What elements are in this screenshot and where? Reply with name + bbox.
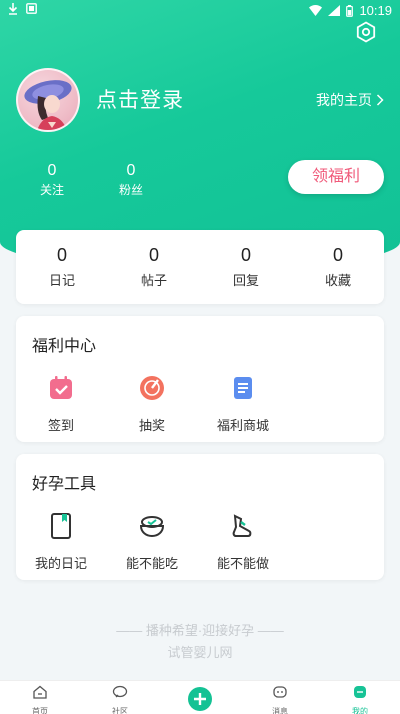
following-stat[interactable]: 0 关注: [22, 162, 82, 198]
settings-icon: [356, 21, 376, 43]
slogan-text: 播种希望·迎接好孕: [145, 623, 255, 638]
welfare-mall-tile[interactable]: 福利商城: [198, 374, 288, 434]
diary-count-label: 日记: [48, 273, 75, 288]
slogan-divider-right: ——: [254, 623, 284, 638]
diary-count-item[interactable]: 0 日记: [22, 245, 102, 289]
replies-count: 0: [240, 245, 251, 265]
followers-stat[interactable]: 0 粉丝: [101, 162, 161, 198]
can-do-tile[interactable]: 能不能做: [198, 512, 288, 572]
signal-icon: [328, 5, 341, 16]
checkin-tile[interactable]: 签到: [16, 374, 106, 434]
tab-messages-label: 消息: [272, 707, 288, 714]
my-diary-tile[interactable]: 我的日记: [16, 512, 106, 572]
community-icon: [112, 685, 128, 698]
lottery-tile[interactable]: 抽奖: [107, 374, 197, 434]
my-diary-label: 我的日记: [34, 556, 87, 571]
can-eat-tile[interactable]: 能不能吃: [107, 512, 197, 572]
notification-icon: [26, 3, 37, 14]
plus-icon: [194, 693, 206, 705]
diary-count: 0: [56, 245, 67, 265]
favorites-count-item[interactable]: 0 收藏: [298, 245, 378, 289]
wifi-icon: [309, 5, 323, 16]
following-count: 0: [47, 162, 57, 179]
avatar[interactable]: [16, 68, 80, 132]
mall-document-icon: [234, 377, 252, 399]
download-icon: [8, 3, 18, 15]
tab-community-label: 社区: [112, 707, 128, 714]
chevron-right-icon: [376, 94, 384, 106]
tab-home-label: 首页: [32, 707, 48, 714]
followers-count: 0: [126, 162, 136, 179]
tab-mine-label: 我的: [352, 707, 368, 714]
tab-community[interactable]: 社区: [90, 684, 150, 714]
pregnancy-tools-card: 好孕工具 我的日记 能不能吃 能不能做: [16, 454, 384, 580]
posts-count-label: 帖子: [140, 273, 167, 288]
checkin-label: 签到: [47, 418, 74, 433]
posts-count: 0: [148, 245, 159, 265]
favorites-count-label: 收藏: [324, 273, 351, 288]
posts-count-item[interactable]: 0 帖子: [114, 245, 194, 289]
replies-count-item[interactable]: 0 回复: [206, 245, 286, 289]
lottery-wheel-icon: [140, 376, 164, 400]
login-prompt[interactable]: 点击登录: [96, 84, 184, 114]
my-homepage-link[interactable]: 我的主页: [316, 90, 384, 110]
can-do-label: 能不能做: [216, 556, 269, 571]
settings-button[interactable]: [354, 20, 378, 44]
food-bowl-icon: [139, 516, 165, 538]
welfare-center-title: 福利中心: [32, 338, 97, 355]
replies-count-label: 回复: [232, 273, 259, 288]
site-name: 试管婴儿网: [167, 645, 233, 660]
slogan-line: —— 播种希望·迎接好孕 ——: [0, 620, 400, 639]
clock: 10:19: [359, 3, 392, 18]
favorites-count: 0: [332, 245, 343, 265]
my-homepage-label: 我的主页: [316, 92, 372, 108]
status-bar: 10:19: [0, 0, 400, 22]
following-label: 关注: [39, 183, 64, 197]
lottery-label: 抽奖: [138, 418, 165, 433]
tab-messages[interactable]: 消息: [250, 684, 310, 714]
tab-mine[interactable]: 我的: [330, 684, 390, 714]
welfare-center-card: 福利中心 签到 抽奖 福利商城: [16, 316, 384, 442]
tab-publish-button[interactable]: [188, 687, 212, 711]
slogan-divider-left: ——: [116, 623, 146, 638]
welfare-mall-label: 福利商城: [216, 418, 269, 433]
activity-shoe-icon: [232, 514, 252, 537]
followers-label: 粉丝: [118, 183, 143, 197]
home-icon: [33, 685, 47, 699]
battery-icon: [346, 4, 354, 17]
message-icon: [273, 686, 287, 698]
activity-counts-card: 0 日记 0 帖子 0 回复 0 收藏: [16, 230, 384, 304]
profile-icon: [354, 686, 366, 698]
tab-home[interactable]: 首页: [10, 684, 70, 714]
can-eat-label: 能不能吃: [125, 556, 178, 571]
calendar-check-icon: [50, 376, 72, 399]
diary-book-icon: [51, 513, 71, 539]
claim-welfare-button[interactable]: 领福利: [288, 160, 384, 194]
tools-title: 好孕工具: [32, 476, 97, 493]
